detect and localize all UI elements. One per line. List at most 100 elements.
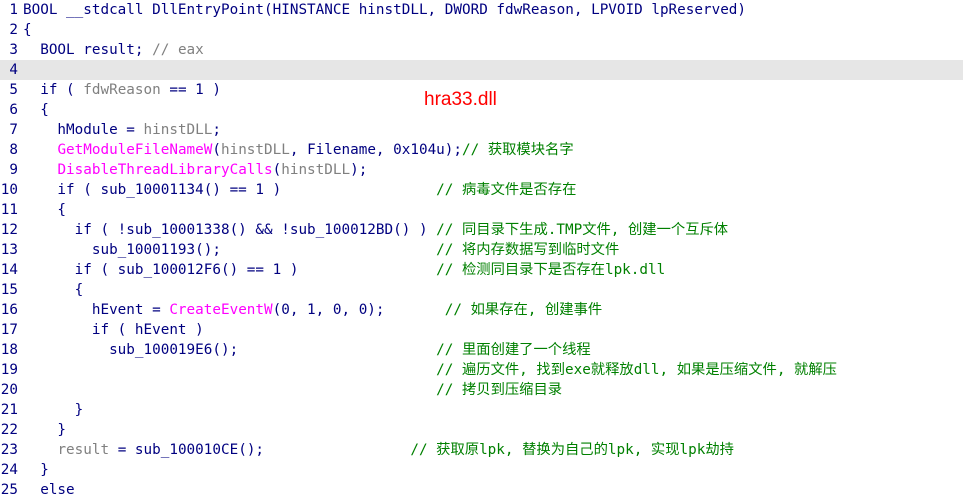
line-number: 3	[9, 42, 18, 58]
variable-ref[interactable]: hinstDLL	[281, 162, 350, 178]
code-comment: // 检测同目录下是否存在lpk.dll	[436, 262, 666, 278]
code-token[interactable]: sub_10001193();	[23, 242, 436, 258]
line-code: if ( fdwReason == 1 )	[23, 80, 221, 100]
code-comment: // 同目录下生成.TMP文件, 创建一个互斥体	[436, 222, 729, 238]
code-token[interactable]	[23, 142, 57, 158]
code-line[interactable]: 15 {	[0, 280, 963, 300]
line-code: sub_10001193(); // 将内存数据写到临时文件	[23, 240, 619, 260]
code-token[interactable]	[23, 362, 436, 378]
pseudocode-viewer[interactable]: 1 BOOL __stdcall DllEntryPoint(HINSTANCE …	[0, 0, 963, 504]
code-token[interactable]: BOOL __stdcall DllEntryPoint(HINSTANCE h…	[23, 2, 746, 18]
code-token[interactable]: == 1 )	[161, 82, 221, 98]
code-token[interactable]: , Filename, 0x104u);	[290, 142, 462, 158]
code-token[interactable]	[23, 442, 57, 458]
code-token[interactable]: );	[350, 162, 367, 178]
code-line[interactable]: 3 BOOL result; // eax	[0, 40, 963, 60]
dll-name-annotation: hra33.dll	[424, 89, 497, 110]
code-line[interactable]: 25 else	[0, 480, 963, 500]
code-line[interactable]: 9 DisableThreadLibraryCalls(hinstDLL);	[0, 160, 963, 180]
line-number: 18	[0, 342, 18, 358]
code-line[interactable]: 24 }	[0, 460, 963, 480]
code-token[interactable]: }	[23, 422, 66, 438]
code-token[interactable]: if (	[23, 82, 83, 98]
line-code: hEvent = CreateEventW(0, 1, 0, 0); // 如果…	[23, 300, 602, 320]
code-line[interactable]: 10 if ( sub_10001134() == 1 ) // 病毒文件是否存…	[0, 180, 963, 200]
variable-ref[interactable]: // eax	[152, 42, 204, 58]
code-token[interactable]: {	[23, 282, 84, 298]
code-token[interactable]: if ( sub_10001134() == 1 )	[23, 182, 436, 198]
line-code: }	[23, 460, 49, 480]
code-token[interactable]: hModule =	[23, 122, 144, 138]
code-line[interactable]: 22 }	[0, 420, 963, 440]
variable-ref[interactable]: hinstDLL	[144, 122, 213, 138]
code-token[interactable]: (	[212, 142, 221, 158]
code-token[interactable]: if ( sub_100012F6() == 1 )	[23, 262, 436, 278]
line-number: 20	[0, 382, 18, 398]
line-number: 23	[0, 442, 18, 458]
code-line[interactable]: 21 }	[0, 400, 963, 420]
line-code: result = sub_100010CE(); // 获取原lpk, 替换为自…	[23, 440, 734, 460]
line-number: 11	[0, 202, 18, 218]
code-token[interactable]: hEvent =	[23, 302, 169, 318]
code-line[interactable]: 14 if ( sub_100012F6() == 1 ) // 检测同目录下是…	[0, 260, 963, 280]
line-code: if ( sub_10001134() == 1 ) // 病毒文件是否存在	[23, 180, 576, 200]
line-code: BOOL result; // eax	[23, 40, 204, 60]
code-token[interactable]	[23, 162, 57, 178]
variable-ref[interactable]: fdwReason	[83, 82, 160, 98]
line-code: hModule = hinstDLL;	[23, 120, 221, 140]
code-line[interactable]: 23 result = sub_100010CE(); // 获取原lpk, 替…	[0, 440, 963, 460]
code-line[interactable]: 17 if ( hEvent )	[0, 320, 963, 340]
code-token[interactable]: {	[23, 202, 66, 218]
code-token[interactable]: (	[273, 162, 282, 178]
code-line[interactable]: 8 GetModuleFileNameW(hinstDLL, Filename,…	[0, 140, 963, 160]
code-line[interactable]: 13 sub_10001193(); // 将内存数据写到临时文件	[0, 240, 963, 260]
code-line[interactable]: 2{	[0, 20, 963, 40]
code-token[interactable]: {	[23, 102, 49, 118]
code-token[interactable]	[23, 382, 436, 398]
code-token[interactable]: if ( hEvent )	[23, 322, 204, 338]
line-number: 17	[0, 322, 18, 338]
line-code: }	[23, 400, 84, 420]
line-number: 12	[0, 222, 18, 238]
line-number: 6	[9, 102, 18, 118]
code-token[interactable]: {	[23, 22, 32, 38]
code-line[interactable]: 19 // 遍历文件, 找到exe就释放dll, 如果是压缩文件, 就解压	[0, 360, 963, 380]
code-line[interactable]: 12 if ( !sub_10001338() && !sub_100012BD…	[0, 220, 963, 240]
code-comment: // 将内存数据写到临时文件	[436, 242, 620, 258]
code-token[interactable]: if ( !sub_10001338() && !sub_100012BD() …	[23, 222, 436, 238]
code-token[interactable]: = sub_100010CE();	[109, 442, 410, 458]
code-token[interactable]: }	[23, 462, 49, 478]
code-line[interactable]: 11 {	[0, 200, 963, 220]
line-code: if ( !sub_10001338() && !sub_100012BD() …	[23, 220, 728, 240]
code-token[interactable]: ;	[212, 122, 221, 138]
line-code: {	[23, 100, 49, 120]
code-token[interactable]: (0, 1, 0, 0);	[273, 302, 445, 318]
code-token[interactable]: }	[23, 402, 84, 418]
line-code: else	[23, 480, 74, 500]
code-comment: // 里面创建了一个线程	[436, 342, 591, 358]
variable-ref[interactable]: result	[57, 442, 109, 458]
line-code: BOOL __stdcall DllEntryPoint(HINSTANCE h…	[23, 0, 746, 20]
line-number: 9	[9, 162, 18, 178]
code-line[interactable]: 1 BOOL __stdcall DllEntryPoint(HINSTANCE …	[0, 0, 963, 20]
code-lines: 1 BOOL __stdcall DllEntryPoint(HINSTANCE …	[0, 0, 963, 500]
line-code: GetModuleFileNameW(hinstDLL, Filename, 0…	[23, 140, 573, 160]
line-number: 25	[0, 482, 18, 498]
code-token[interactable]: BOOL result;	[23, 42, 152, 58]
code-line[interactable]: 4	[0, 60, 963, 80]
line-number: 8	[9, 142, 18, 158]
code-line[interactable]: 7 hModule = hinstDLL;	[0, 120, 963, 140]
api-call[interactable]: GetModuleFileNameW	[57, 142, 212, 158]
code-line[interactable]: 20 // 拷贝到压缩目录	[0, 380, 963, 400]
code-line[interactable]: 18 sub_100019E6(); // 里面创建了一个线程	[0, 340, 963, 360]
line-code: {	[23, 200, 66, 220]
line-code: DisableThreadLibraryCalls(hinstDLL);	[23, 160, 367, 180]
api-call[interactable]: CreateEventW	[169, 302, 272, 318]
code-comment: // 如果存在, 创建事件	[444, 302, 603, 318]
code-token[interactable]: else	[23, 482, 74, 498]
code-token[interactable]: sub_100019E6();	[23, 342, 436, 358]
line-number: 7	[9, 122, 18, 138]
api-call[interactable]: DisableThreadLibraryCalls	[57, 162, 272, 178]
variable-ref[interactable]: hinstDLL	[221, 142, 290, 158]
code-line[interactable]: 16 hEvent = CreateEventW(0, 1, 0, 0); //…	[0, 300, 963, 320]
